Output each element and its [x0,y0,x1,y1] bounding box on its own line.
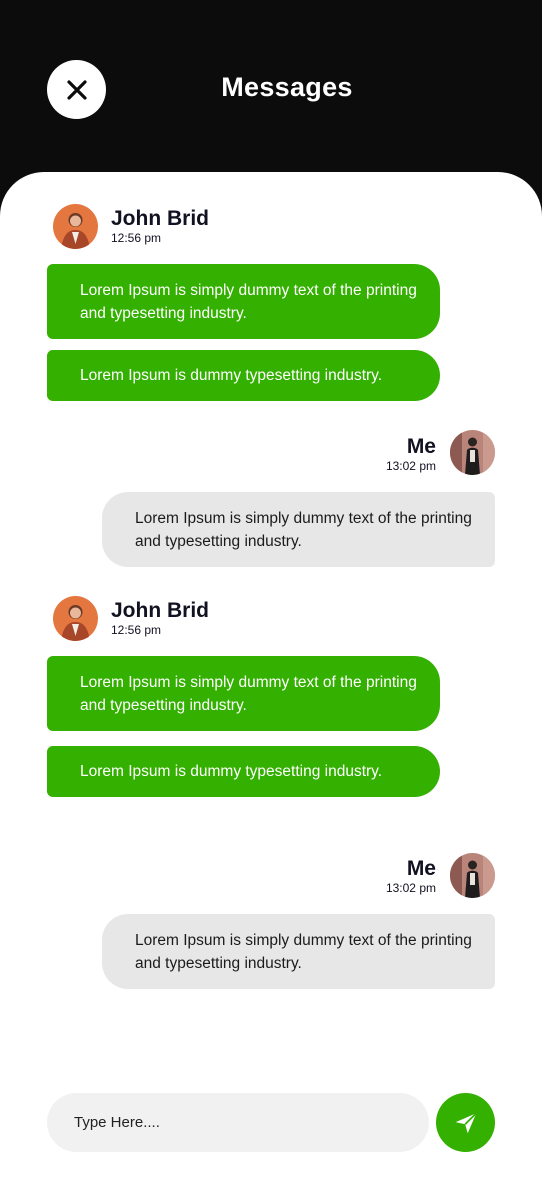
close-button[interactable] [47,60,106,119]
avatar-me[interactable] [450,430,495,475]
outgoing-message-bubble[interactable]: Lorem Ipsum is simply dummy text of the … [102,492,495,567]
message-time: 12:56 pm [111,231,162,245]
avatar-photo [53,596,98,641]
outgoing-message-bubble[interactable]: Lorem Ipsum is simply dummy text of the … [102,914,495,989]
message-time: 13:02 pm [385,459,436,473]
sender-name: Me [406,435,436,458]
header: Messages [0,0,542,180]
message-time: 12:56 pm [111,623,162,637]
send-button[interactable] [436,1093,495,1152]
sender-name: Me [406,857,436,880]
incoming-message-bubble[interactable]: Lorem Ipsum is dummy typesetting industr… [47,746,440,797]
send-icon [455,1112,477,1133]
avatar-john[interactable] [53,596,98,641]
avatar-photo [450,853,495,898]
avatar-me[interactable] [450,853,495,898]
close-icon [66,79,87,100]
avatar-photo [53,204,98,249]
message-time: 13:02 pm [385,881,436,895]
incoming-message-bubble[interactable]: Lorem Ipsum is dummy typesetting industr… [47,350,440,401]
incoming-message-bubble[interactable]: Lorem Ipsum is simply dummy text of the … [47,264,440,339]
sender-name: John Brid [111,599,209,622]
sender-name: John Brid [111,207,209,230]
page-title: Messages [221,72,353,102]
message-input[interactable] [47,1093,429,1152]
avatar-photo [450,430,495,475]
avatar-john[interactable] [53,204,98,249]
incoming-message-bubble[interactable]: Lorem Ipsum is simply dummy text of the … [47,656,440,731]
